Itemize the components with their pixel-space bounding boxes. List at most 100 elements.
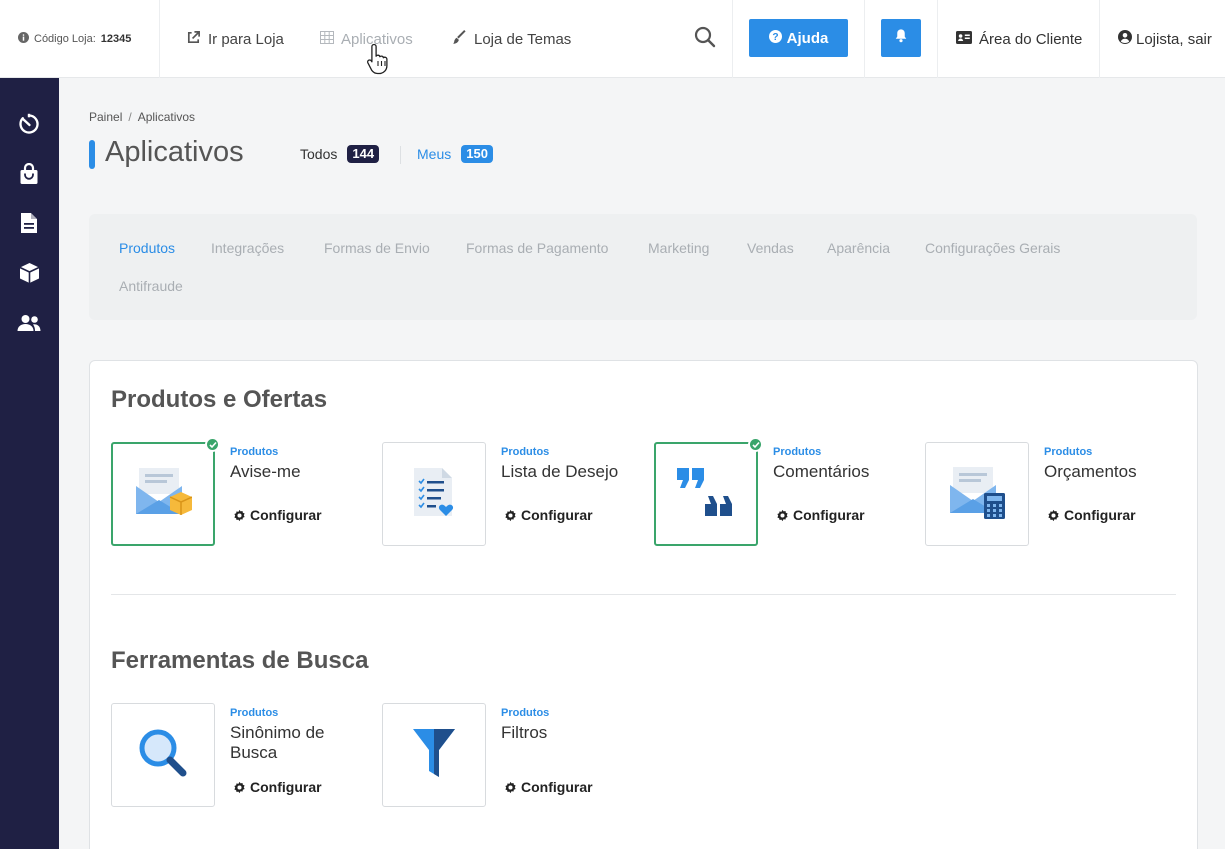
- filter-mine[interactable]: Meus 150: [417, 145, 493, 163]
- tab-formas-de-pagamento[interactable]: Formas de Pagamento: [466, 240, 608, 256]
- app-name: Filtros: [501, 723, 548, 742]
- quotes-icon: [675, 466, 737, 523]
- tab-configuracoes-gerais[interactable]: Configurações Gerais: [925, 240, 1060, 256]
- configure-label: Configurar: [793, 507, 865, 523]
- gear-icon: [1048, 509, 1059, 521]
- configure-button[interactable]: Configurar: [233, 507, 322, 523]
- configure-label: Configurar: [250, 507, 322, 523]
- app-name: Sinônimo de Busca: [230, 723, 325, 762]
- app-tile-orcamentos[interactable]: [925, 442, 1029, 546]
- client-area-label: Área do Cliente: [979, 30, 1083, 48]
- breadcrumb-root[interactable]: Painel: [89, 110, 122, 124]
- question-icon: ?: [768, 29, 782, 47]
- gear-icon: [234, 509, 245, 521]
- app-category: Produtos: [230, 707, 279, 719]
- title-accent-bar: [89, 140, 95, 169]
- app-name: Comentários: [773, 462, 870, 481]
- shopping-bag-icon[interactable]: [17, 162, 41, 186]
- breadcrumb-separator: /: [128, 110, 132, 124]
- go-to-store-link[interactable]: Ir para Loja: [186, 0, 284, 78]
- section-title: Ferramentas de Busca: [111, 647, 369, 674]
- users-icon[interactable]: [17, 311, 41, 335]
- brush-icon: [452, 29, 467, 49]
- app-tile-avise-me[interactable]: [111, 437, 220, 546]
- breadcrumb-current: Aplicativos: [137, 110, 196, 124]
- divider: [400, 146, 401, 164]
- search-icon[interactable]: [694, 26, 716, 53]
- breadcrumb: Painel / Aplicativos: [89, 110, 195, 124]
- id-card-icon: [956, 30, 972, 48]
- configure-button[interactable]: Configurar: [504, 507, 593, 523]
- tab-marketing[interactable]: Marketing: [648, 240, 709, 256]
- divider: [937, 0, 938, 78]
- store-code-label: Código Loja:: [34, 33, 96, 45]
- app-tile-comentarios[interactable]: [654, 437, 763, 546]
- wishlist-icon: [412, 466, 456, 523]
- section-title: Produtos e Ofertas: [111, 386, 328, 413]
- theme-store-label: Loja de Temas: [474, 30, 572, 48]
- gear-icon: [505, 509, 516, 521]
- tab-produtos[interactable]: Produtos: [119, 240, 175, 256]
- gear-icon: [505, 781, 516, 793]
- apps-card: [89, 360, 1198, 849]
- magnifier-icon: [138, 728, 188, 783]
- info-icon: [18, 32, 29, 46]
- funnel-icon: [412, 728, 456, 783]
- bell-icon: [894, 28, 908, 48]
- tab-aparencia[interactable]: Aparência: [827, 240, 890, 256]
- store-code: Código Loja: 12345: [0, 0, 160, 78]
- help-button[interactable]: ? Ajuda: [749, 19, 848, 57]
- tab-vendas[interactable]: Vendas: [747, 240, 794, 256]
- user-circle-icon: [1118, 30, 1132, 48]
- configure-label: Configurar: [250, 779, 322, 795]
- document-icon[interactable]: [17, 211, 41, 235]
- configure-button[interactable]: Configurar: [233, 779, 322, 795]
- svg-text:?: ?: [772, 32, 778, 43]
- category-tabs-panel: [89, 214, 1197, 320]
- app-name: Orçamentos: [1044, 462, 1137, 481]
- envelope-box-icon: [134, 466, 193, 523]
- filter-all-label: Todos: [300, 146, 338, 162]
- pointer-cursor-icon: [366, 42, 392, 81]
- notifications-button[interactable]: [881, 19, 921, 57]
- dashboard-timer-icon[interactable]: [17, 112, 41, 136]
- client-area-link[interactable]: Área do Cliente: [956, 0, 1082, 78]
- gear-icon: [777, 509, 788, 521]
- app-tile-lista-de-desejo[interactable]: [382, 442, 486, 546]
- app-tile-filtros[interactable]: [382, 703, 486, 807]
- configure-button[interactable]: Configurar: [1047, 507, 1136, 523]
- gear-icon: [234, 781, 245, 793]
- theme-store-link[interactable]: Loja de Temas: [452, 0, 571, 78]
- sidebar: [0, 78, 59, 849]
- app-tile-sinonimo-de-busca[interactable]: [111, 703, 215, 807]
- grid-icon: [320, 30, 334, 48]
- configure-label: Configurar: [521, 779, 593, 795]
- configure-button[interactable]: Configurar: [504, 779, 593, 795]
- app-category: Produtos: [501, 707, 550, 719]
- configure-button[interactable]: Configurar: [776, 507, 865, 523]
- installed-check-icon: [205, 437, 220, 452]
- divider: [732, 0, 733, 78]
- user-logout-link[interactable]: Lojista, sair: [1118, 0, 1212, 78]
- section-divider: [111, 594, 1176, 595]
- app-name: Avise-me: [230, 462, 301, 481]
- divider: [1099, 0, 1100, 78]
- external-link-icon: [186, 30, 201, 49]
- filter-all-count: 144: [347, 145, 380, 163]
- installed-check-icon: [748, 437, 763, 452]
- box-icon[interactable]: [17, 261, 41, 285]
- tab-antifraude[interactable]: Antifraude: [119, 278, 183, 294]
- app-category: Produtos: [773, 446, 822, 458]
- tab-integracoes[interactable]: Integrações: [211, 240, 284, 256]
- filter-mine-label: Meus: [417, 146, 452, 162]
- filter-mine-count: 150: [461, 145, 493, 163]
- tab-formas-de-envio[interactable]: Formas de Envio: [324, 240, 430, 256]
- go-to-store-label: Ir para Loja: [208, 30, 284, 48]
- divider: [864, 0, 865, 78]
- app-category: Produtos: [230, 446, 279, 458]
- configure-label: Configurar: [521, 507, 593, 523]
- user-label: Lojista, sair: [1136, 30, 1212, 48]
- app-name: Lista de Desejo: [501, 462, 619, 481]
- help-label: Ajuda: [786, 29, 829, 47]
- filter-all[interactable]: Todos 144: [300, 145, 380, 163]
